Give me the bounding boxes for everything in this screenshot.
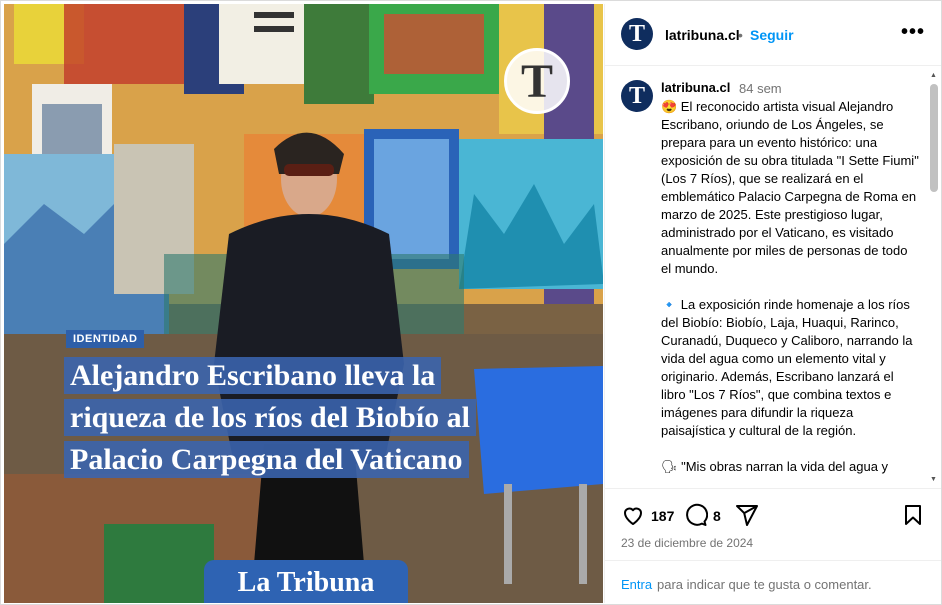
heart-icon[interactable] [621, 503, 645, 532]
image-headline: Alejandro Escribano lleva la riqueza de … [64, 355, 514, 481]
latribuna-badge-logo: T [504, 48, 570, 114]
avatar[interactable]: T [621, 18, 653, 50]
category-tag: IDENTIDAD [66, 330, 145, 348]
scroll-down-arrow-icon[interactable]: ▼ [930, 476, 937, 483]
caption-scrollbar[interactable]: ▲ ▼ [930, 70, 938, 488]
comment-count[interactable]: 8 [713, 508, 721, 524]
caption-area: T latribuna.cl 84 sem 😍 El reconocido ar… [605, 67, 941, 487]
more-options-icon[interactable]: ••• [901, 21, 925, 44]
like-count[interactable]: 187 [651, 508, 674, 524]
caption-username[interactable]: latribuna.cl [661, 80, 730, 95]
comment-login-prompt: Entra para indicar que te gusta o coment… [605, 560, 941, 603]
brand-footer-logo: La Tribuna [204, 560, 408, 603]
comment-icon[interactable] [684, 503, 709, 532]
caption-text: 😍 El reconocido artista visual Alejandro… [661, 99, 919, 474]
bookmark-icon[interactable] [901, 503, 925, 532]
scroll-up-arrow-icon[interactable]: ▲ [930, 72, 937, 79]
scrollbar-thumb[interactable] [930, 84, 938, 192]
post-side-panel: T latribuna.cl • Seguir ••• T latribuna.… [604, 4, 941, 603]
headline-line-2: riqueza de los ríos del Biobío al [64, 399, 477, 436]
header-username[interactable]: latribuna.cl [665, 27, 740, 43]
caption-avatar[interactable]: T [621, 80, 653, 112]
login-prompt-text: para indicar que te gusta o comentar. [657, 577, 872, 592]
caption-time[interactable]: 84 sem [739, 81, 782, 96]
post-date[interactable]: 23 de diciembre de 2024 [621, 536, 753, 550]
separator-dot: • [738, 27, 743, 43]
share-icon[interactable] [735, 503, 759, 532]
follow-button[interactable]: Seguir [750, 27, 794, 43]
post-header: T latribuna.cl • Seguir ••• [605, 4, 941, 66]
instagram-post: T IDENTIDAD Alejandro Escribano lleva la… [0, 0, 942, 605]
headline-line-1: Alejandro Escribano lleva la [64, 357, 442, 394]
post-image[interactable]: T IDENTIDAD Alejandro Escribano lleva la… [4, 4, 603, 603]
login-link[interactable]: Entra [621, 577, 652, 592]
headline-line-3: Palacio Carpegna del Vaticano [64, 441, 469, 478]
